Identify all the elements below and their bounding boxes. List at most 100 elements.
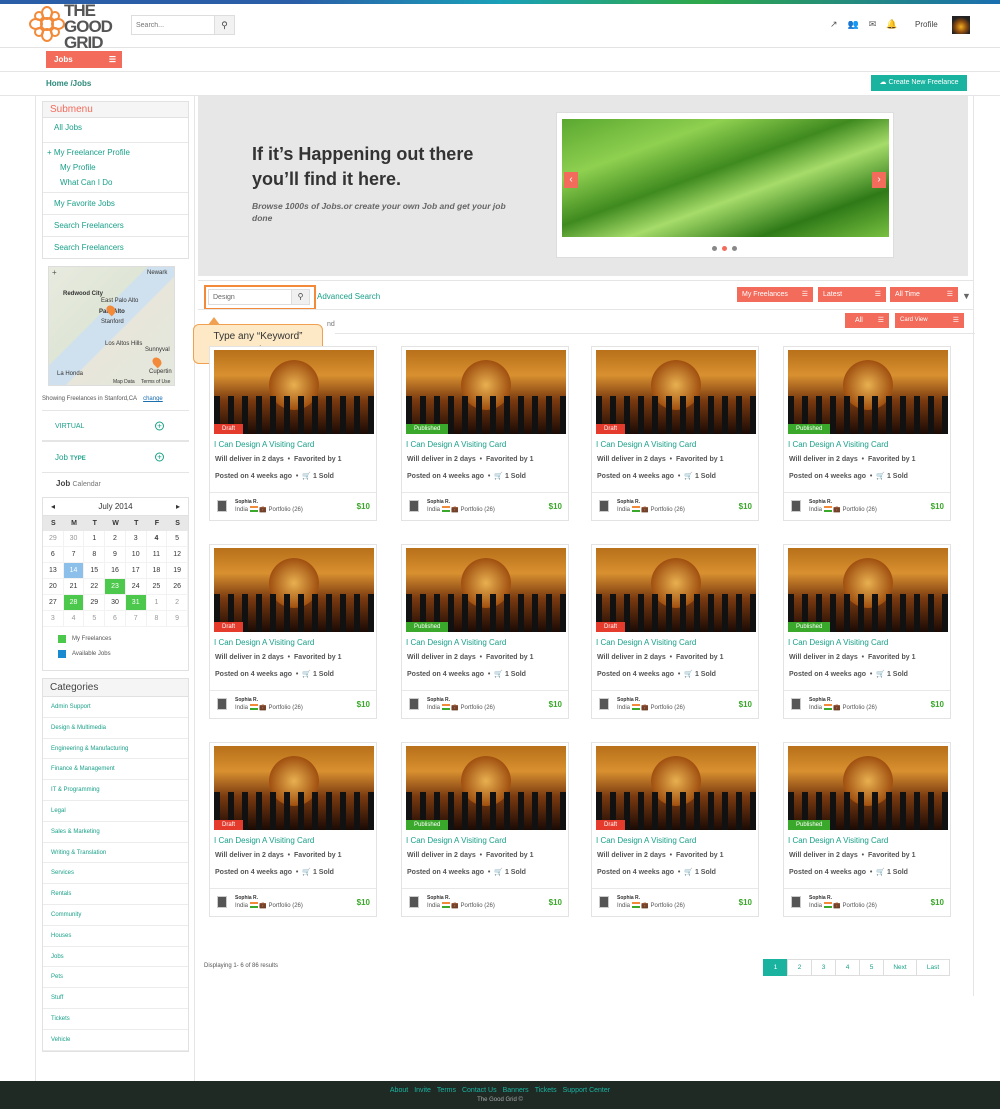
calendar-day[interactable]: 19 <box>167 563 188 579</box>
page-button[interactable]: 4 <box>835 959 860 976</box>
category-item[interactable]: Finance & Management <box>43 759 188 781</box>
jobs-menu-button[interactable]: Jobs ☰ <box>46 51 122 68</box>
calendar-day[interactable]: 31 <box>125 595 147 611</box>
calendar-day[interactable]: 3 <box>125 531 147 547</box>
job-card-image[interactable] <box>596 350 756 434</box>
job-card[interactable]: Draft I Can Design A Visiting Card Will de… <box>591 346 759 521</box>
calendar-day[interactable]: 8 <box>146 611 168 627</box>
create-freelance-button[interactable]: ☁ Create New Freelance <box>871 75 967 91</box>
seller-name[interactable]: Sophia R. <box>235 895 258 901</box>
header-search-input[interactable] <box>132 16 214 34</box>
category-item[interactable]: Jobs <box>43 947 188 968</box>
calendar-day[interactable]: 16 <box>105 563 126 579</box>
job-card-title[interactable]: I Can Design A Visiting Card <box>406 440 506 449</box>
calendar-day[interactable]: 14 <box>63 563 85 579</box>
job-card-image[interactable] <box>406 746 566 830</box>
job-card-image[interactable] <box>214 350 374 434</box>
seller-avatar[interactable] <box>217 500 227 512</box>
job-card-image[interactable] <box>788 746 948 830</box>
seller-name[interactable]: Sophia R. <box>427 499 450 505</box>
zoom-in-icon[interactable]: + <box>52 268 57 277</box>
footer-link[interactable]: Tickets <box>535 1087 557 1094</box>
seller-avatar[interactable] <box>599 500 609 512</box>
seller-name[interactable]: Sophia R. <box>427 895 450 901</box>
seller-name[interactable]: Sophia R. <box>809 895 832 901</box>
page-button[interactable]: Next <box>883 959 917 976</box>
category-item[interactable]: Houses <box>43 926 188 947</box>
breadcrumb[interactable]: Home /Jobs <box>46 79 91 88</box>
submenu-favorite-jobs[interactable]: My Favorite Jobs <box>43 193 188 215</box>
calendar-day[interactable]: 3 <box>43 611 64 627</box>
job-card[interactable]: Published I Can Design A Visiting Card Wil… <box>401 742 569 917</box>
calendar-day[interactable]: 23 <box>105 579 126 595</box>
calendar-day[interactable]: 30 <box>105 595 126 611</box>
seller-avatar[interactable] <box>791 896 801 908</box>
calendar-day[interactable]: 28 <box>63 595 85 611</box>
external-link-icon[interactable]: ↗ <box>830 19 838 30</box>
seller-avatar[interactable] <box>599 896 609 908</box>
slider-next-icon[interactable]: › <box>872 172 886 188</box>
page-button[interactable]: 5 <box>859 959 884 976</box>
calendar-day[interactable]: 9 <box>105 547 126 563</box>
job-card[interactable]: Published I Can Design A Visiting Card Wil… <box>783 346 951 521</box>
seller-avatar[interactable] <box>217 698 227 710</box>
calendar-day[interactable]: 5 <box>84 611 106 627</box>
calendar-day[interactable]: 2 <box>105 531 126 547</box>
job-card[interactable]: Draft I Can Design A Visiting Card Will de… <box>591 544 759 719</box>
job-card-image[interactable] <box>596 746 756 830</box>
submenu-my-profile[interactable]: My Profile <box>47 163 184 172</box>
advanced-search-link[interactable]: Advanced Search <box>317 292 380 301</box>
job-card[interactable]: Draft I Can Design A Visiting Card Will de… <box>209 742 377 917</box>
calendar-day[interactable]: 29 <box>84 595 106 611</box>
seller-avatar[interactable] <box>599 698 609 710</box>
calendar-day[interactable]: 8 <box>84 547 106 563</box>
category-item[interactable]: Legal <box>43 801 188 822</box>
calendar-day[interactable]: 22 <box>84 579 106 595</box>
change-location-link[interactable]: change <box>143 396 163 402</box>
calendar-day[interactable]: 4 <box>63 611 85 627</box>
profile-link[interactable]: Profile <box>915 20 938 29</box>
job-card[interactable]: Draft I Can Design A Visiting Card Will de… <box>209 346 377 521</box>
calendar-day[interactable]: 17 <box>125 563 147 579</box>
bell-icon[interactable]: 🔔 <box>886 19 897 30</box>
footer-link[interactable]: Terms <box>437 1087 456 1094</box>
job-card-title[interactable]: I Can Design A Visiting Card <box>788 836 888 845</box>
seller-name[interactable]: Sophia R. <box>235 697 258 703</box>
calendar-day[interactable]: 26 <box>167 579 188 595</box>
seller-name[interactable]: Sophia R. <box>617 895 640 901</box>
calendar-day[interactable]: 27 <box>43 595 64 611</box>
submenu-all-jobs[interactable]: All Jobs <box>43 118 188 143</box>
job-card-image[interactable] <box>788 548 948 632</box>
job-card-title[interactable]: I Can Design A Visiting Card <box>596 836 696 845</box>
footer-link[interactable]: About <box>390 1087 408 1094</box>
job-card-title[interactable]: I Can Design A Visiting Card <box>596 440 696 449</box>
slider-dot[interactable] <box>732 246 737 251</box>
seller-avatar[interactable] <box>409 896 419 908</box>
seller-avatar[interactable] <box>217 896 227 908</box>
slider-prev-icon[interactable]: ‹ <box>564 172 578 188</box>
calendar-day[interactable]: 5 <box>167 531 188 547</box>
prev-month-icon[interactable]: ◂ <box>51 502 55 511</box>
job-card[interactable]: Published I Can Design A Visiting Card Wil… <box>783 742 951 917</box>
mail-icon[interactable]: ✉ <box>869 19 877 30</box>
calendar-day[interactable]: 9 <box>167 611 188 627</box>
filter-icon[interactable]: ▼ <box>962 291 971 301</box>
seller-name[interactable]: Sophia R. <box>809 499 832 505</box>
keyword-search-input[interactable] <box>209 290 291 304</box>
calendar-day[interactable]: 20 <box>43 579 64 595</box>
seller-name[interactable]: Sophia R. <box>427 697 450 703</box>
time-dropdown[interactable]: All Time <box>890 287 958 302</box>
calendar-day[interactable]: 24 <box>125 579 147 595</box>
my-freelances-dropdown[interactable]: My Freelances <box>737 287 813 302</box>
calendar-day[interactable]: 29 <box>43 531 64 547</box>
category-item[interactable]: Stuff <box>43 988 188 1009</box>
job-card-title[interactable]: I Can Design A Visiting Card <box>596 638 696 647</box>
page-button[interactable]: 3 <box>811 959 836 976</box>
footer-link[interactable]: Banners <box>503 1087 529 1094</box>
page-button[interactable]: 1 <box>763 959 788 976</box>
submenu-search-freelancers-1[interactable]: Search Freelancers <box>43 215 188 237</box>
seller-name[interactable]: Sophia R. <box>809 697 832 703</box>
calendar-day[interactable]: 6 <box>105 611 126 627</box>
submenu-freelancer-profile[interactable]: + My Freelancer Profile <box>47 148 184 157</box>
job-card-title[interactable]: I Can Design A Visiting Card <box>214 638 314 647</box>
